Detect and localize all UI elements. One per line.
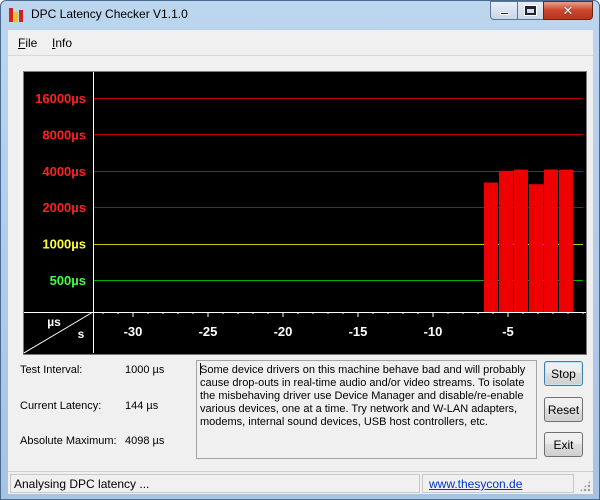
latency-bar [529, 184, 543, 312]
status-link-cell: www.thesycon.de [422, 474, 574, 493]
x-tick-label: -25 [199, 324, 218, 339]
message-text: Some device drivers on this machine beha… [200, 364, 526, 428]
close-button[interactable]: ✕ [543, 1, 593, 20]
absolute-maximum-value: 4098 µs [125, 435, 165, 447]
minimize-icon [499, 12, 509, 15]
x-tick-label: -20 [274, 324, 293, 339]
latency-bar [514, 169, 528, 312]
y-tick-label: 8000µs [42, 127, 86, 142]
status-text: Analysing DPC latency ... [10, 474, 420, 493]
window-title: DPC Latency Checker V1.1.0 [31, 7, 188, 21]
stop-button[interactable]: Stop [544, 361, 583, 386]
x-tick-label: -5 [502, 324, 514, 339]
latency-chart: 16000µs 8000µs 4000µs 2000µs 1000µs 500µs -30 -… [23, 71, 587, 355]
x-tick-label: -15 [349, 324, 368, 339]
client-area: File Info 16000µs 8000µs 4000µs 2000µs 1000µ… [8, 30, 593, 494]
y-unit-label: µs [47, 315, 61, 329]
latency-bar [484, 182, 498, 312]
test-interval-label: Test Interval: [20, 364, 83, 376]
message-box[interactable]: Some device drivers on this machine beha… [196, 360, 537, 459]
title-bar[interactable]: DPC Latency Checker V1.1.0 ✕ [1, 1, 599, 29]
menu-file-label: ile [25, 36, 38, 50]
menu-file[interactable]: File [18, 36, 37, 50]
maximize-icon [525, 6, 536, 15]
current-latency-label: Current Latency: [20, 400, 102, 412]
current-latency-value: 144 µs [125, 400, 159, 412]
y-tick-label: 16000µs [35, 91, 86, 106]
resize-grip-icon[interactable] [579, 480, 591, 492]
app-window: DPC Latency Checker V1.1.0 ✕ File Info 1… [0, 0, 600, 500]
x-tick-label: -10 [424, 324, 443, 339]
menu-bar: File Info [8, 30, 593, 56]
absolute-maximum-label: Absolute Maximum: [20, 435, 117, 447]
latency-bar [544, 169, 558, 312]
exit-button[interactable]: Exit [544, 432, 583, 457]
website-link[interactable]: www.thesycon.de [429, 477, 522, 491]
x-unit-label: s [78, 327, 85, 341]
latency-bar [499, 170, 513, 312]
y-tick-label: 4000µs [42, 164, 86, 179]
close-icon: ✕ [562, 2, 574, 18]
x-tick-label: -30 [124, 324, 143, 339]
status-bar: Analysing DPC latency ... www.thesycon.d… [8, 471, 593, 494]
menu-info[interactable]: Info [52, 36, 72, 50]
y-tick-label: 1000µs [42, 237, 86, 252]
y-tick-label: 500µs [50, 273, 86, 288]
latency-bar [559, 169, 573, 312]
app-bars-icon [9, 8, 25, 22]
test-interval-value: 1000 µs [125, 364, 165, 376]
y-tick-label: 2000µs [42, 200, 86, 215]
menu-info-label: nfo [55, 36, 73, 50]
minimize-button[interactable] [490, 1, 518, 20]
reset-button[interactable]: Reset [544, 397, 583, 422]
latency-chart-svg: 16000µs 8000µs 4000µs 2000µs 1000µs 500µs -30 -… [24, 72, 586, 354]
maximize-button[interactable] [517, 1, 544, 20]
